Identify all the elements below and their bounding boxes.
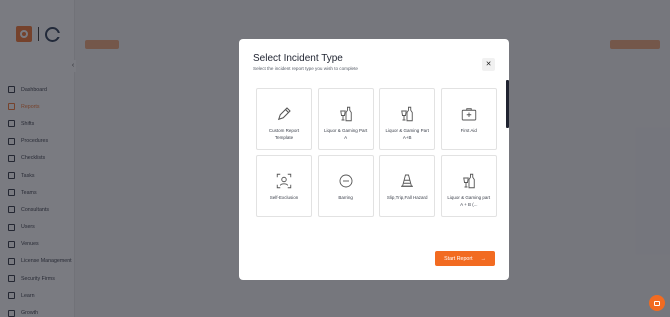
incident-type-card[interactable]: Slip,Trip,Fall Hazard bbox=[379, 155, 436, 217]
incident-type-label: Custom Report Template bbox=[268, 128, 300, 140]
cone-icon bbox=[398, 172, 416, 190]
chat-button[interactable] bbox=[649, 295, 665, 311]
no-entry-icon bbox=[337, 172, 355, 190]
modal-title: Select Incident Type bbox=[253, 53, 343, 64]
start-report-button[interactable]: Start Report → bbox=[435, 251, 495, 266]
incident-type-card[interactable]: Custom Report Template bbox=[256, 88, 312, 150]
bottle-glass-icon bbox=[460, 172, 478, 190]
modal-subtitle: Select the incident report type you wish… bbox=[253, 66, 358, 71]
incident-type-label: Liquor & Gaming Part A bbox=[323, 128, 368, 140]
incident-type-label: Liquor & Gaming part A + B (... bbox=[447, 195, 491, 207]
close-button[interactable]: ✕ bbox=[482, 58, 495, 71]
incident-type-card[interactable]: First Aid bbox=[440, 88, 497, 150]
incident-type-label: Liquor & Gaming Part A+B bbox=[385, 128, 429, 140]
incident-type-label: First Aid bbox=[460, 128, 477, 133]
pen-icon bbox=[275, 105, 293, 123]
incident-type-label: Barring bbox=[338, 195, 353, 200]
user-frame-icon bbox=[275, 172, 293, 190]
scrollbar[interactable] bbox=[506, 80, 509, 128]
incident-type-label: Slip,Trip,Fall Hazard bbox=[386, 195, 428, 200]
incident-type-grid: Custom Report Template Liquor & Gaming Pa… bbox=[256, 88, 497, 217]
incident-type-card[interactable]: Liquor & Gaming Part A bbox=[317, 88, 374, 150]
incident-type-card[interactable]: Self-Exclusion bbox=[256, 155, 312, 217]
first-aid-icon bbox=[460, 105, 478, 123]
select-incident-type-modal: Select Incident Type Select the incident… bbox=[239, 39, 509, 280]
start-report-label: Start Report bbox=[444, 255, 473, 262]
incident-type-card[interactable]: Liquor & Gaming part A + B (... bbox=[440, 155, 497, 217]
incident-type-card[interactable]: Barring bbox=[317, 155, 374, 217]
chat-icon bbox=[654, 300, 660, 306]
arrow-right-icon: → bbox=[480, 255, 486, 262]
incident-type-card[interactable]: Liquor & Gaming Part A+B bbox=[379, 88, 436, 150]
bottle-glass-icon bbox=[398, 105, 416, 123]
incident-type-label: Self-Exclusion bbox=[269, 195, 299, 200]
bottle-glass-icon bbox=[337, 105, 355, 123]
